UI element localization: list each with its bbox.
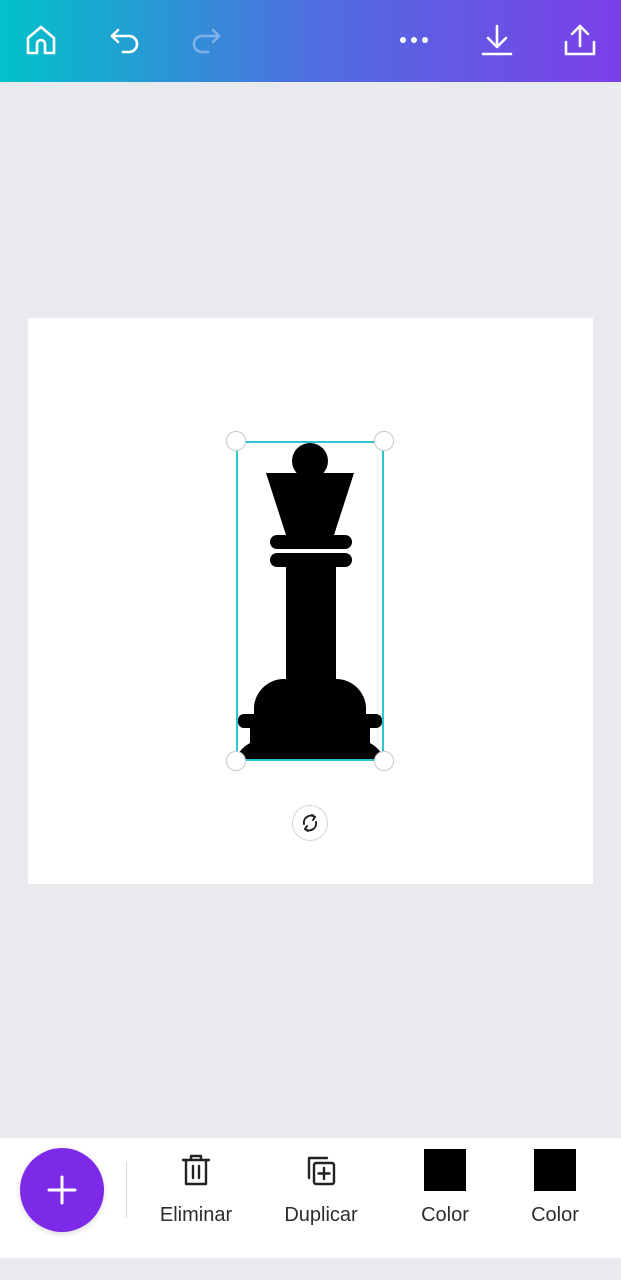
plus-icon (47, 1175, 77, 1205)
resize-handle-top-right[interactable] (374, 431, 394, 451)
top-toolbar (0, 0, 621, 82)
delete-button[interactable]: Eliminar (141, 1142, 251, 1242)
color-swatch (534, 1149, 576, 1191)
more-button[interactable] (394, 20, 434, 60)
redo-icon (192, 28, 221, 54)
home-icon (26, 25, 56, 55)
duplicate-label: Duplicar (284, 1204, 358, 1226)
undo-icon (110, 28, 139, 54)
resize-handle-bottom-right[interactable] (374, 751, 394, 771)
duplicate-icon (307, 1156, 336, 1186)
redo-button[interactable] (186, 20, 226, 60)
trash-icon (181, 1154, 211, 1186)
bottom-strip (0, 1258, 621, 1280)
home-button[interactable] (21, 20, 61, 60)
download-button[interactable] (477, 20, 517, 60)
color-label: Color (531, 1204, 579, 1226)
undo-button[interactable] (105, 20, 145, 60)
color-label: Color (421, 1204, 469, 1226)
color-button-1[interactable]: Color (390, 1142, 500, 1242)
resize-handle-bottom-left[interactable] (226, 751, 246, 771)
color-swatch (424, 1149, 466, 1191)
rotate-icon (302, 814, 318, 832)
share-icon (564, 24, 596, 56)
share-button[interactable] (560, 20, 600, 60)
add-button[interactable] (20, 1148, 104, 1232)
resize-handle-top-left[interactable] (226, 431, 246, 451)
delete-label: Eliminar (159, 1204, 233, 1226)
duplicate-button[interactable]: Duplicar (266, 1142, 376, 1242)
more-icon (400, 37, 428, 43)
rotate-handle[interactable] (292, 805, 328, 841)
download-icon (481, 24, 513, 56)
selection-box (236, 441, 384, 761)
toolbar-divider (126, 1162, 127, 1218)
color-button-2[interactable]: Color (500, 1142, 610, 1242)
